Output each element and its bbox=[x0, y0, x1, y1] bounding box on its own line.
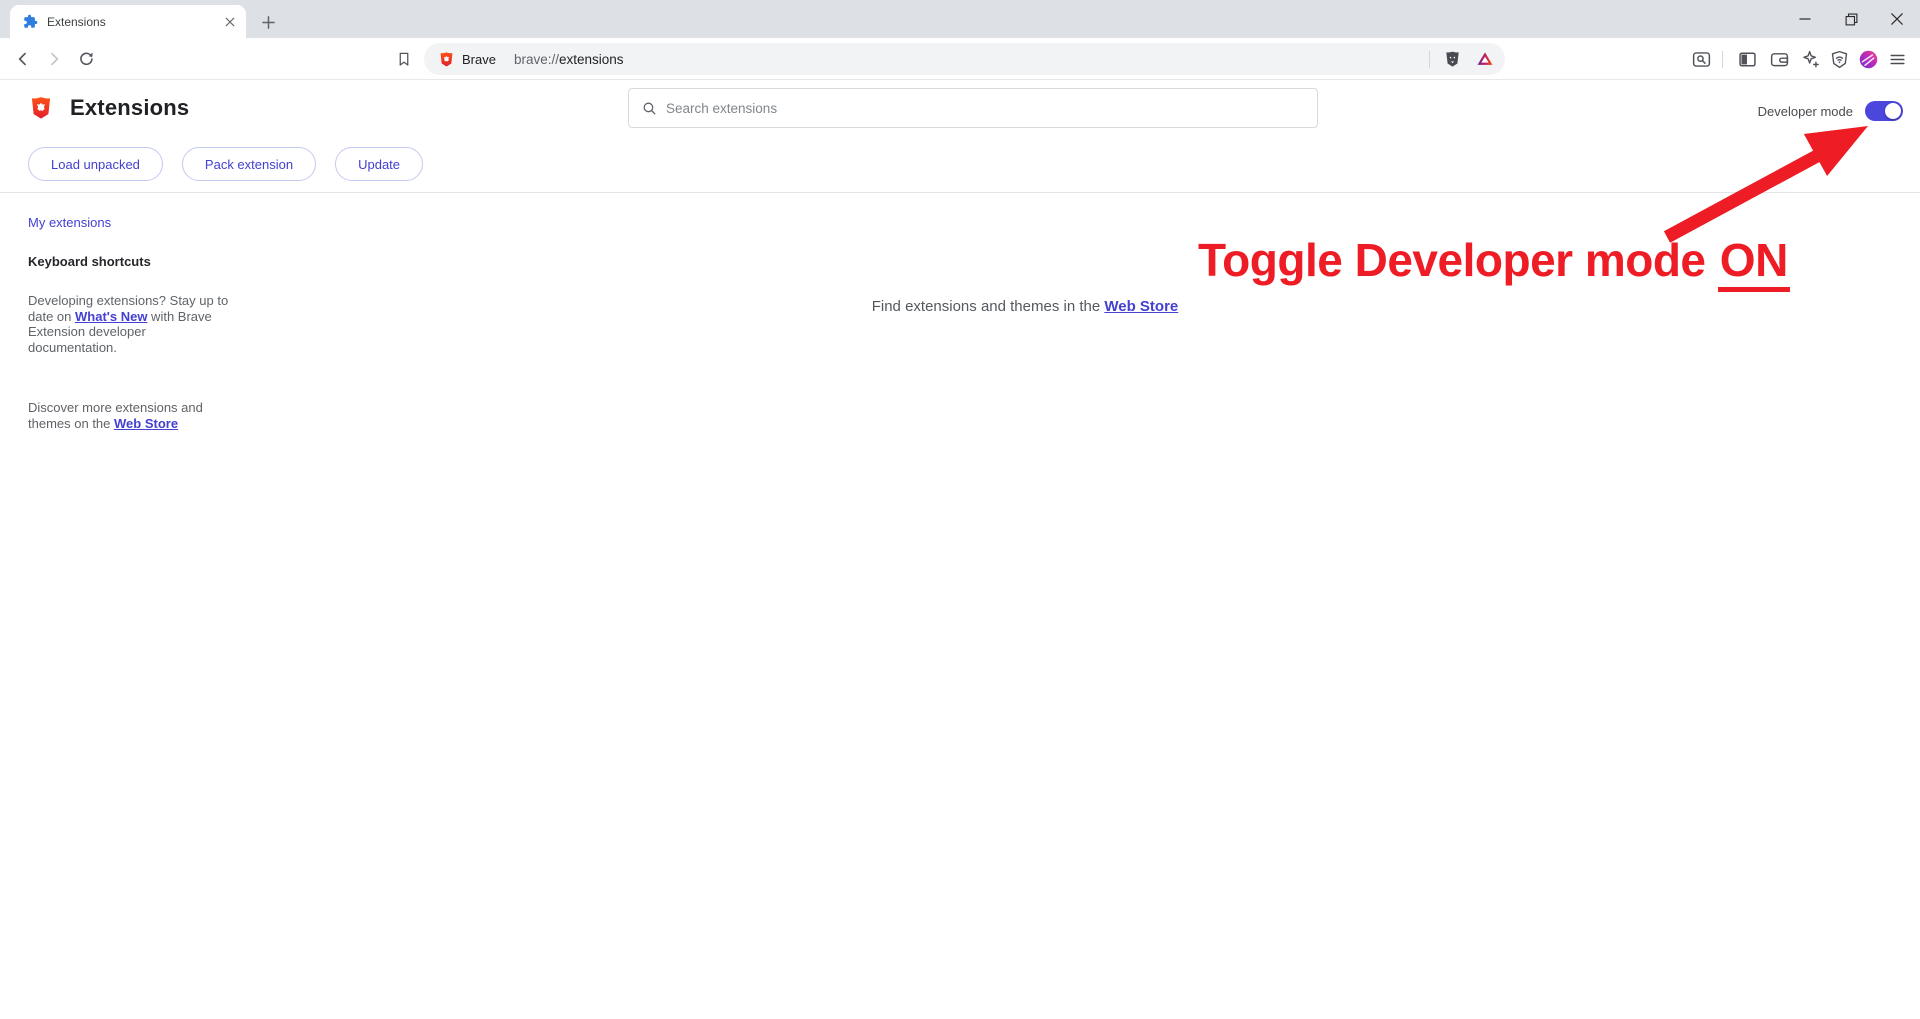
developer-mode-toggle[interactable] bbox=[1865, 101, 1903, 121]
search-box[interactable] bbox=[628, 88, 1318, 128]
brave-shields-lion-icon[interactable] bbox=[1443, 50, 1462, 69]
profile-avatar[interactable] bbox=[1857, 48, 1879, 70]
leo-ai-sparkle-icon[interactable] bbox=[1799, 48, 1821, 70]
site-chip-label: Brave bbox=[462, 52, 496, 67]
restore-button[interactable] bbox=[1828, 0, 1874, 38]
address-bar[interactable]: Brave brave://extensions bbox=[424, 43, 1505, 75]
annotation-text: Toggle Developer mode ON bbox=[1198, 233, 1790, 287]
page-header: Extensions Developer mode Load unpacked … bbox=[0, 80, 1920, 192]
brave-logo-icon bbox=[28, 95, 54, 121]
url-text: brave://extensions bbox=[514, 52, 1429, 67]
search-tabs-icon[interactable] bbox=[1690, 48, 1712, 70]
annotation-emphasis: ON bbox=[1718, 234, 1790, 292]
browser-window: Extensions bbox=[0, 0, 1920, 1019]
bookmark-icon[interactable] bbox=[393, 48, 415, 70]
wallet-icon[interactable] bbox=[1768, 48, 1790, 70]
extension-actions: Load unpacked Pack extension Update bbox=[28, 147, 423, 181]
annotation-label: Toggle Developer mode bbox=[1198, 234, 1718, 286]
empty-state-text: Find extensions and themes in the bbox=[872, 298, 1105, 315]
sidebar-item-keyboard-shortcuts[interactable]: Keyboard shortcuts bbox=[28, 254, 151, 269]
toolbar-divider bbox=[1722, 51, 1723, 68]
vpn-shield-icon[interactable] bbox=[1828, 48, 1850, 70]
window-controls bbox=[1782, 0, 1920, 38]
forward-icon[interactable] bbox=[43, 48, 65, 70]
sidebar-item-my-extensions[interactable]: My extensions bbox=[28, 215, 111, 230]
extensions-favicon bbox=[23, 14, 38, 29]
reload-icon[interactable] bbox=[75, 48, 97, 70]
sidebar-icon[interactable] bbox=[1736, 48, 1758, 70]
web-store-link-main[interactable]: Web Store bbox=[1104, 298, 1178, 315]
menu-icon[interactable] bbox=[1886, 48, 1908, 70]
discover-note: Discover more extensions and themes on t… bbox=[28, 400, 229, 431]
browser-tab-extensions[interactable]: Extensions bbox=[10, 5, 246, 38]
update-button[interactable]: Update bbox=[335, 147, 423, 181]
new-tab-button[interactable] bbox=[256, 10, 280, 34]
brave-shield-logo-icon bbox=[438, 51, 455, 68]
back-icon[interactable] bbox=[12, 48, 34, 70]
empty-state-message: Find extensions and themes in the Web St… bbox=[240, 298, 1810, 315]
search-input[interactable] bbox=[666, 101, 1305, 116]
tab-close-icon[interactable] bbox=[221, 13, 238, 30]
search-icon bbox=[641, 100, 658, 117]
close-window-button[interactable] bbox=[1874, 0, 1920, 38]
extensions-page: Extensions Developer mode Load unpacked … bbox=[0, 80, 1920, 1019]
page-content: My extensions Keyboard shortcuts Develop… bbox=[0, 192, 1920, 1018]
bat-rewards-icon[interactable] bbox=[1475, 49, 1495, 69]
toggle-knob bbox=[1885, 103, 1901, 119]
address-bar-divider bbox=[1429, 51, 1430, 68]
navigation-toolbar: Brave brave://extensions bbox=[0, 38, 1920, 80]
load-unpacked-button[interactable]: Load unpacked bbox=[28, 147, 163, 181]
developer-mode-label: Developer mode bbox=[1758, 104, 1853, 119]
page-title: Extensions bbox=[70, 95, 189, 121]
address-bar-actions bbox=[1429, 49, 1495, 69]
tab-title: Extensions bbox=[47, 15, 221, 29]
pack-extension-button[interactable]: Pack extension bbox=[182, 147, 316, 181]
tab-strip: Extensions bbox=[0, 0, 1920, 38]
web-store-link-sidebar[interactable]: Web Store bbox=[114, 416, 178, 431]
minimize-button[interactable] bbox=[1782, 0, 1828, 38]
developer-mode-control: Developer mode bbox=[1758, 98, 1903, 124]
whats-new-link[interactable]: What's New bbox=[75, 309, 147, 324]
site-chip: Brave bbox=[438, 51, 496, 68]
developer-note: Developing extensions? Stay up to date o… bbox=[28, 293, 229, 355]
